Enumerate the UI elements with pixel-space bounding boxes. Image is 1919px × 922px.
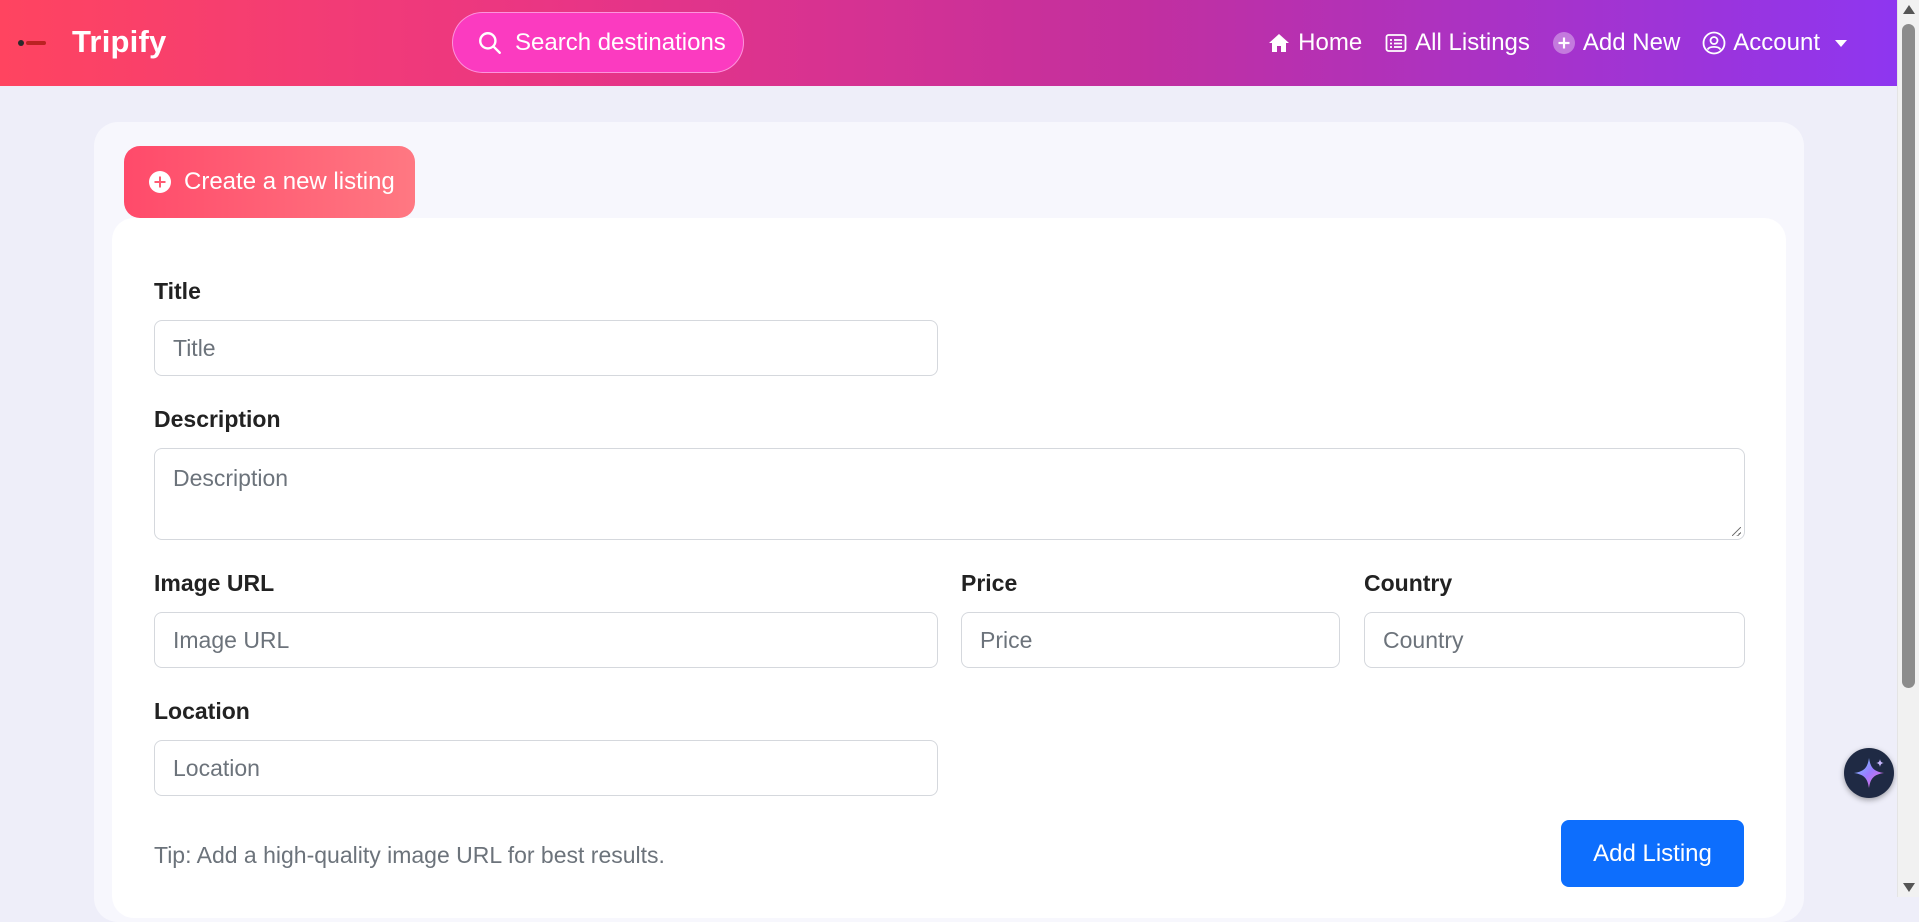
list-icon [1385,34,1407,52]
page-scrollbar[interactable] [1897,0,1919,897]
image-tip-text: Tip: Add a high-quality image URL for be… [154,842,665,868]
description-placeholder: Description [173,465,289,491]
location-label: Location [154,698,250,724]
brand-logo-icon[interactable] [18,38,52,48]
country-label: Country [1364,570,1453,596]
title-label: Title [154,278,201,304]
sparkle-icon [1854,758,1884,788]
plus-circle-icon [1552,32,1575,54]
create-listing-tab[interactable]: Create a new listing [124,146,415,218]
location-input[interactable]: Location [154,740,938,796]
search-destinations-button[interactable]: Search destinations [452,12,744,73]
image-url-input[interactable]: Image URL [154,612,938,668]
title-input[interactable]: Title [154,320,938,376]
nav-links: Home All Listings Add New Account [1267,0,1847,86]
create-listing-tab-label: Create a new listing [184,168,395,195]
country-input[interactable]: Country [1364,612,1745,668]
ai-assistant-button[interactable] [1844,748,1894,798]
search-icon [479,31,501,54]
price-label: Price [961,570,1018,596]
nav-account-label: Account [1733,29,1820,56]
resize-handle[interactable] [1732,527,1741,536]
image-url-label: Image URL [154,570,275,596]
top-navbar: Tripify Search destinations Home All Lis… [0,0,1897,86]
search-label: Search destinations [515,28,726,56]
price-input[interactable]: Price [961,612,1340,668]
nav-all-listings-label: All Listings [1415,29,1530,56]
description-textarea[interactable]: Description [154,448,1745,540]
nav-account-dropdown[interactable]: Account [1702,29,1847,57]
nav-all-listings[interactable]: All Listings [1384,29,1530,57]
home-icon [1269,34,1290,52]
add-listing-button[interactable]: Add Listing [1561,820,1744,887]
plus-circle-icon [149,171,171,193]
brand-name[interactable]: Tripify [72,24,166,60]
nav-home[interactable]: Home [1267,29,1362,57]
user-circle-icon [1702,31,1726,55]
nav-add-new-label: Add New [1582,29,1681,56]
scroll-down-icon[interactable] [1903,883,1915,892]
description-label: Description [154,406,281,432]
nav-add-new[interactable]: Add New [1552,29,1680,57]
chevron-down-icon [1835,39,1847,47]
scrollbar-thumb[interactable] [1902,24,1915,688]
scroll-up-icon[interactable] [1903,5,1915,14]
nav-home-label: Home [1298,29,1363,56]
